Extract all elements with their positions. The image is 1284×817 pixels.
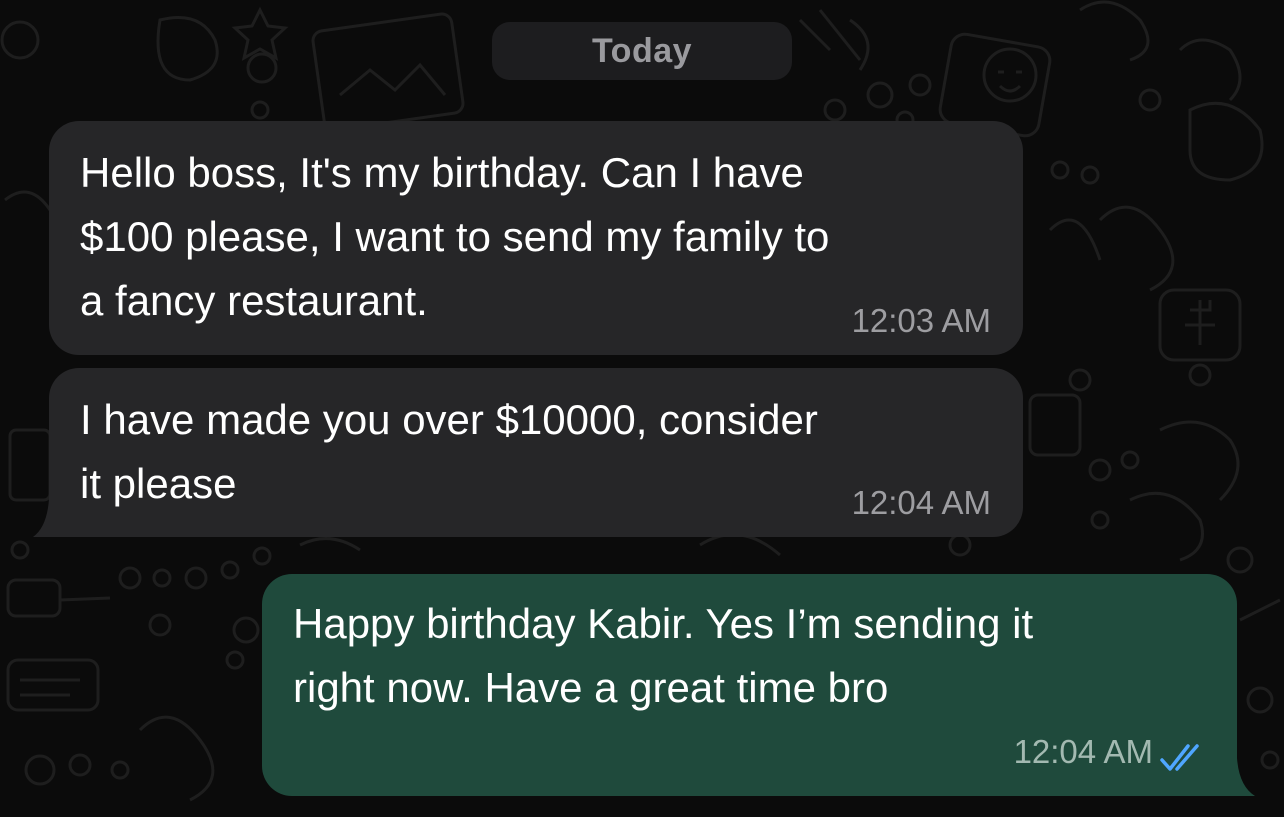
incoming-bubble-tail <box>33 499 49 537</box>
message-timestamp: 12:03 AM <box>851 302 991 339</box>
message-timestamp: 12:04 AM <box>851 484 991 521</box>
message-timestamp: 12:04 AM <box>1013 733 1153 770</box>
incoming-message-bubble[interactable]: I have made you over $10000, consider it… <box>49 368 1023 537</box>
message-text: Happy birthday Kabir. Yes I’m sending it… <box>293 600 1034 711</box>
outgoing-message-bubble[interactable]: Happy birthday Kabir. Yes I’m sending it… <box>262 574 1237 796</box>
incoming-message-bubble[interactable]: Hello boss, It's my birthday. Can I have… <box>49 121 1023 355</box>
message-text: I have made you over $10000, consider it… <box>80 396 818 507</box>
double-check-icon <box>1160 744 1199 771</box>
outgoing-bubble-tail <box>1237 758 1255 796</box>
date-divider: Today <box>492 22 792 80</box>
message-text: Hello boss, It's my birthday. Can I have… <box>80 149 830 324</box>
